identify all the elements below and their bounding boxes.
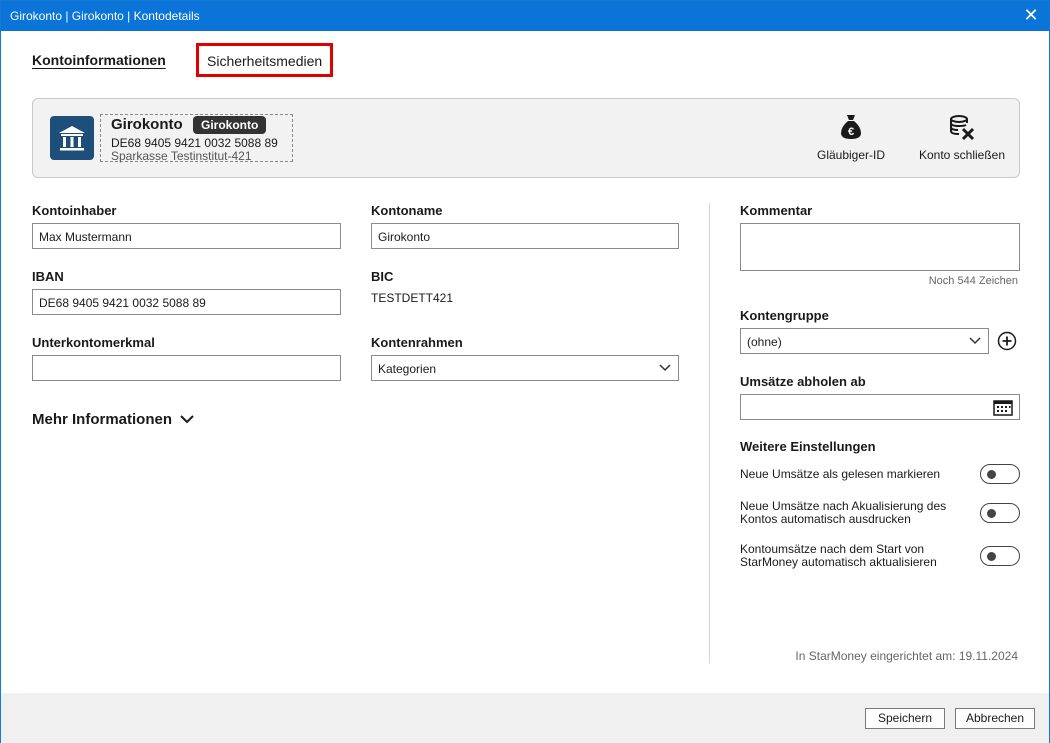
toggle-label-print: Neue Umsätze nach Akualisierung des Kont… xyxy=(740,499,947,526)
weitere-einstellungen-label: Weitere Einstellungen xyxy=(740,439,876,454)
bic-value: TESTDETT421 xyxy=(371,291,454,305)
kontenrahmen-select[interactable]: Kategorien xyxy=(371,355,679,381)
close-icon[interactable]: ✕ xyxy=(1021,5,1041,25)
kontoinhaber-label: Kontoinhaber xyxy=(32,203,117,218)
tab-sicherheitsmedien[interactable]: Sicherheitsmedien xyxy=(196,43,333,77)
tab-kontoinformationen[interactable]: Kontoinformationen xyxy=(32,52,166,68)
creditor-id-label: Gläubiger-ID xyxy=(816,148,886,162)
kontenrahmen-label: Kontenrahmen xyxy=(371,335,463,350)
kontoname-label: Kontoname xyxy=(371,203,443,218)
kommentar-textarea[interactable] xyxy=(740,223,1020,271)
kontengruppe-selected: (ohne) xyxy=(747,335,782,349)
unterkontomerkmal-label: Unterkontomerkmal xyxy=(32,335,155,350)
account-details-window: Girokonto | Girokonto | Kontodetails ✕ K… xyxy=(0,0,1050,743)
title-bar: Girokonto | Girokonto | Kontodetails ✕ xyxy=(1,1,1049,31)
toggle-knob xyxy=(987,470,996,479)
coins-remove-icon xyxy=(917,113,1007,144)
chevron-down-icon xyxy=(180,412,194,429)
money-bag-euro-icon: € xyxy=(816,113,886,144)
more-information-label: Mehr Informationen xyxy=(32,411,173,428)
account-identity[interactable]: Girokonto Girokonto DE68 9405 9421 0032 … xyxy=(100,114,293,163)
toggle-knob xyxy=(987,509,996,518)
kontengruppe-select[interactable]: (ohne) xyxy=(740,328,989,354)
account-summary-card: Girokonto Girokonto DE68 9405 9421 0032 … xyxy=(32,98,1020,178)
kontengruppe-label: Kontengruppe xyxy=(740,308,829,323)
account-iban: DE68 9405 9421 0032 5088 89 xyxy=(111,136,278,150)
kontoinhaber-input[interactable]: Max Mustermann xyxy=(32,223,341,249)
kontenrahmen-selected: Kategorien xyxy=(378,362,437,376)
save-button[interactable]: Speichern xyxy=(865,708,945,729)
close-account-button[interactable]: Konto schließen xyxy=(917,113,1007,162)
unterkontomerkmal-input[interactable] xyxy=(32,355,341,381)
iban-label: IBAN xyxy=(32,269,64,284)
svg-text:€: € xyxy=(848,126,854,138)
kommentar-label: Kommentar xyxy=(740,203,813,218)
account-bank-name: Sparkasse Testinstitut-421 xyxy=(111,149,252,163)
creditor-id-button[interactable]: € Gläubiger-ID xyxy=(816,113,886,162)
bic-label: BIC xyxy=(371,269,394,284)
window-title: Girokonto | Girokonto | Kontodetails xyxy=(10,9,200,23)
close-account-label: Konto schließen xyxy=(918,148,1006,162)
toggle-mark-read[interactable] xyxy=(980,464,1020,484)
add-group-icon[interactable] xyxy=(997,331,1017,351)
umsaetze-date-input[interactable] xyxy=(740,394,1020,420)
dialog-footer: Speichern Abbrechen xyxy=(1,693,1049,743)
more-information-toggle[interactable]: Mehr Informationen xyxy=(32,411,194,429)
chevron-down-icon xyxy=(659,361,671,376)
toggle-label-refresh: Kontoumsätze nach dem Start von StarMone… xyxy=(740,542,937,569)
account-type-badge: Girokonto xyxy=(193,116,267,134)
setup-date: In StarMoney eingerichtet am: 19.11.2024 xyxy=(795,649,1018,663)
toggle-auto-print[interactable] xyxy=(980,503,1020,523)
column-divider xyxy=(709,203,710,663)
chevron-down-icon xyxy=(969,334,981,349)
character-counter: Noch 544 Zeichen xyxy=(928,275,1018,287)
toggle-label-read: Neue Umsätze als gelesen markieren xyxy=(740,467,941,481)
toggle-auto-refresh[interactable] xyxy=(980,546,1020,566)
umsaetze-abholen-label: Umsätze abholen ab xyxy=(740,374,866,389)
iban-input[interactable]: DE68 9405 9421 0032 5088 89 xyxy=(32,289,341,315)
bank-icon xyxy=(50,116,94,160)
cancel-button[interactable]: Abbrechen xyxy=(955,708,1035,729)
kontoname-input[interactable]: Girokonto xyxy=(371,223,679,249)
calendar-icon[interactable] xyxy=(993,400,1013,419)
account-name: Girokonto xyxy=(111,116,183,133)
toggle-knob xyxy=(987,552,996,561)
